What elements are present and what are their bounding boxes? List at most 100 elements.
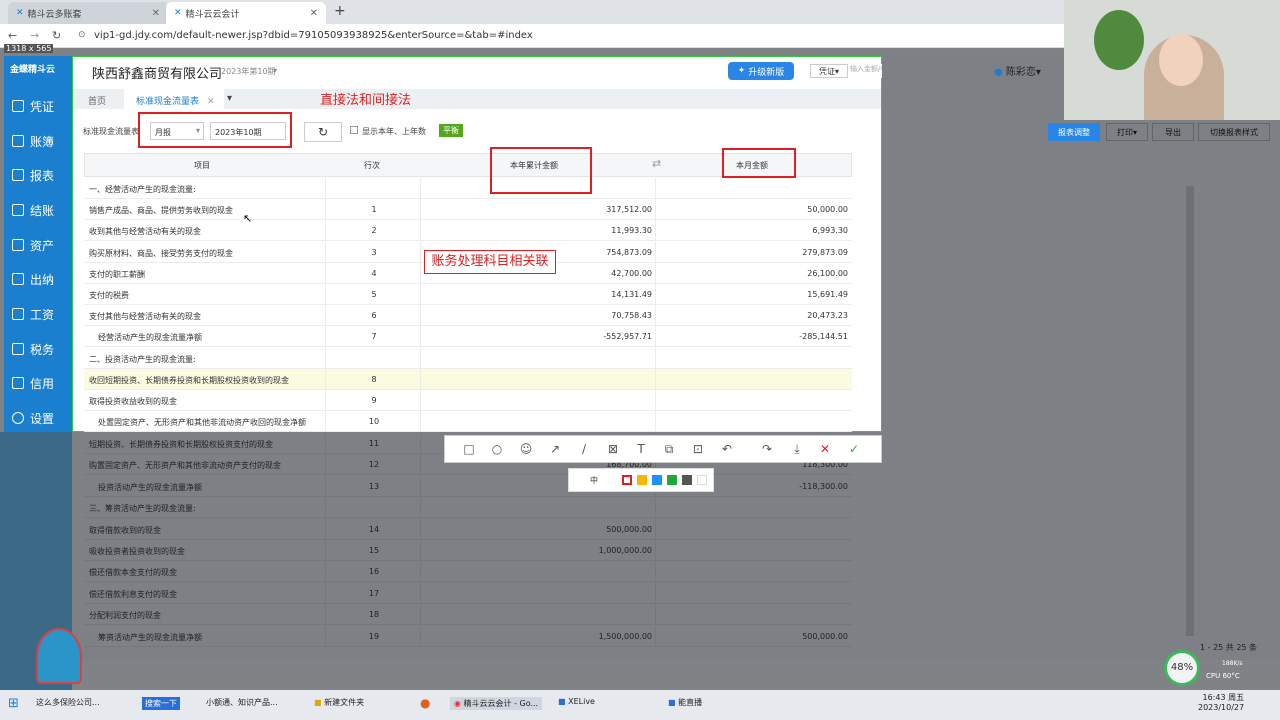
reload-icon[interactable]: ↻ <box>52 29 61 42</box>
cell-item: 二、投资活动产生的现金流量: <box>89 354 196 364</box>
table-row: 收到其他与经营活动有关的现金 2 11,993.30 6,993.30 <box>84 220 852 242</box>
cell-line: 17 <box>368 588 380 598</box>
ledger-icon <box>12 135 24 147</box>
taskbar-item[interactable]: ■ XELive <box>558 697 595 706</box>
taskbar-item-label: 这么多保险公司... <box>36 698 100 707</box>
color-gray[interactable] <box>682 475 692 485</box>
arrow-icon[interactable]: ↗ <box>548 442 562 456</box>
taskbar-item[interactable]: ■ 能直播 <box>668 697 702 708</box>
rectangle-icon[interactable]: □ <box>462 442 476 456</box>
color-red[interactable] <box>622 475 632 485</box>
taskbar-item[interactable]: 这么多保险公司... <box>36 697 100 708</box>
close-icon[interactable]: ✕ <box>310 8 318 19</box>
chevron-down-icon[interactable]: ▾ <box>273 66 277 75</box>
taskbar: ⊞ 这么多保险公司... 搜索一下 小额通、知识产品... ■ 新建文件夹 ● … <box>0 690 1280 720</box>
tab-home[interactable]: 首页 <box>88 94 106 107</box>
switch-style-button[interactable]: 切换报表样式 <box>1198 123 1270 141</box>
cell-item: 取得借款收到的现金 <box>89 525 161 535</box>
back-icon[interactable]: ← <box>8 29 17 42</box>
undo-icon[interactable]: ↶ <box>720 442 734 456</box>
taskbar-item-active[interactable]: ◉ 精斗云云会计 - Go... <box>450 697 543 710</box>
period-label[interactable]: 2023年第10期 <box>221 66 276 77</box>
cell-month: 6,993.30 <box>812 226 848 236</box>
closing-icon <box>12 204 24 216</box>
taskbar-item[interactable]: 小额通、知识产品... <box>206 697 278 708</box>
cancel-icon[interactable]: ✕ <box>818 442 832 456</box>
cpu-gauge: 48% <box>1164 650 1200 686</box>
print-label: 打印 <box>1116 127 1133 137</box>
emoji-icon[interactable]: ☺ <box>519 442 533 456</box>
sidebar-item-voucher[interactable]: 凭证 <box>4 89 72 123</box>
sidebar-item-settings[interactable]: 设置 <box>4 401 72 435</box>
print-button[interactable]: 打印 ▾ <box>1106 123 1148 141</box>
tab-dropdown-icon[interactable]: ▾ <box>227 93 232 104</box>
cell-line: 15 <box>368 546 380 555</box>
size-select[interactable]: 中 <box>590 475 598 486</box>
confirm-icon[interactable]: ✓ <box>847 442 861 456</box>
new-tab-icon[interactable]: + <box>334 3 346 19</box>
cell-divider <box>420 390 421 411</box>
sidebar-item-report[interactable]: 报表 <box>4 158 72 192</box>
color-yellow[interactable] <box>637 475 647 485</box>
cell-item: 收回短期投资、长期债券投资和长期股权投资收到的现金 <box>89 375 289 385</box>
line-icon[interactable]: ∕ <box>577 442 591 456</box>
sidebar-item-tax[interactable]: 税务 <box>4 332 72 366</box>
refresh-icon[interactable]: ↻ <box>304 122 342 142</box>
annotation-box <box>138 112 292 148</box>
pin-icon[interactable]: ⧉ <box>662 442 676 456</box>
cell-item: 收到其他与经营活动有关的现金 <box>89 227 201 237</box>
sidebar-item-closing[interactable]: 结账 <box>4 193 72 227</box>
cell-line: 16 <box>368 567 380 577</box>
sidebar-item-assets[interactable]: 资产 <box>4 228 72 262</box>
sidebar-item-label: 设置 <box>30 411 55 426</box>
report-adjust-button[interactable]: 报表调整 <box>1048 123 1100 141</box>
share-icon[interactable]: ↷ <box>760 442 774 456</box>
text-icon[interactable]: T <box>634 442 648 456</box>
close-icon[interactable]: ✕ <box>152 8 160 19</box>
start-icon[interactable]: ⊞ <box>8 696 19 711</box>
mosaic-icon[interactable]: ⊠ <box>606 442 620 456</box>
cell-divider <box>325 199 326 221</box>
cell-line: 3 <box>371 247 377 257</box>
cell-year: 1,000,000.00 <box>598 546 652 555</box>
sidebar-item-ledger[interactable]: 账簿 <box>4 124 72 158</box>
cell-item: 购买原材料、商品、接受劳务支付的现金 <box>89 248 233 258</box>
cell-line: 4 <box>371 268 377 278</box>
swap-icon[interactable]: ⇄ <box>652 157 661 170</box>
url-text[interactable]: vip1-gd.jdy.com/default-newer.jsp?dbid=7… <box>94 30 533 41</box>
sidebar-item-cashier[interactable]: 出纳 <box>4 262 72 296</box>
cell-item: 取得投资收益收到的现金 <box>89 397 177 406</box>
color-green[interactable] <box>667 475 677 485</box>
firefox-icon[interactable]: ● <box>420 696 430 710</box>
user-name[interactable]: ● 陈彩恋▾ <box>994 63 1041 78</box>
taskbar-item[interactable]: ■ 新建文件夹 <box>314 697 364 708</box>
close-icon[interactable]: ✕ <box>207 97 215 107</box>
ocr-icon[interactable]: ⊡ <box>691 442 705 456</box>
cpu-temp: CPU 60°C <box>1206 672 1240 680</box>
cell-line: 1 <box>371 205 377 215</box>
color-blue[interactable] <box>652 475 662 485</box>
cell-divider <box>325 433 326 454</box>
tab-cashflow[interactable]: 标准现金流量表 ✕ <box>124 89 224 109</box>
export-button[interactable]: 导出 <box>1152 123 1194 141</box>
scrollbar[interactable] <box>1186 186 1194 636</box>
cell-divider <box>420 199 421 221</box>
upgrade-button[interactable]: ✦ 升级新版 <box>728 62 794 80</box>
company-name[interactable]: 陕西舒鑫商贸有限公司 <box>92 63 222 82</box>
save-icon[interactable]: ⤓ <box>790 442 804 456</box>
voucher-menu[interactable]: 凭证 ▾ <box>810 64 848 78</box>
ellipse-icon[interactable]: ○ <box>490 442 504 456</box>
color-white[interactable] <box>697 475 707 485</box>
table-row: 分配利润支付的现金 18 <box>84 604 852 626</box>
forward-icon[interactable]: → <box>30 29 39 42</box>
sidebar-item-payroll[interactable]: 工资 <box>4 297 72 331</box>
cursor-icon: ↖ <box>243 212 253 225</box>
show-year-checkbox[interactable] <box>350 126 358 134</box>
tab-label: 标准现金流量表 <box>136 97 200 107</box>
browser-tab[interactable]: ✕ 精斗云多账套 ✕ <box>8 2 168 24</box>
taskbar-item-label: 搜索一下 <box>145 699 177 708</box>
sidebar-item-credit[interactable]: 信用 <box>4 366 72 400</box>
taskbar-search[interactable]: 搜索一下 <box>142 697 180 710</box>
browser-tab-active[interactable]: ✕ 精斗云云会计 ✕ <box>166 2 326 24</box>
search-input[interactable]: 输入金额/科目/摘要 <box>850 64 882 78</box>
